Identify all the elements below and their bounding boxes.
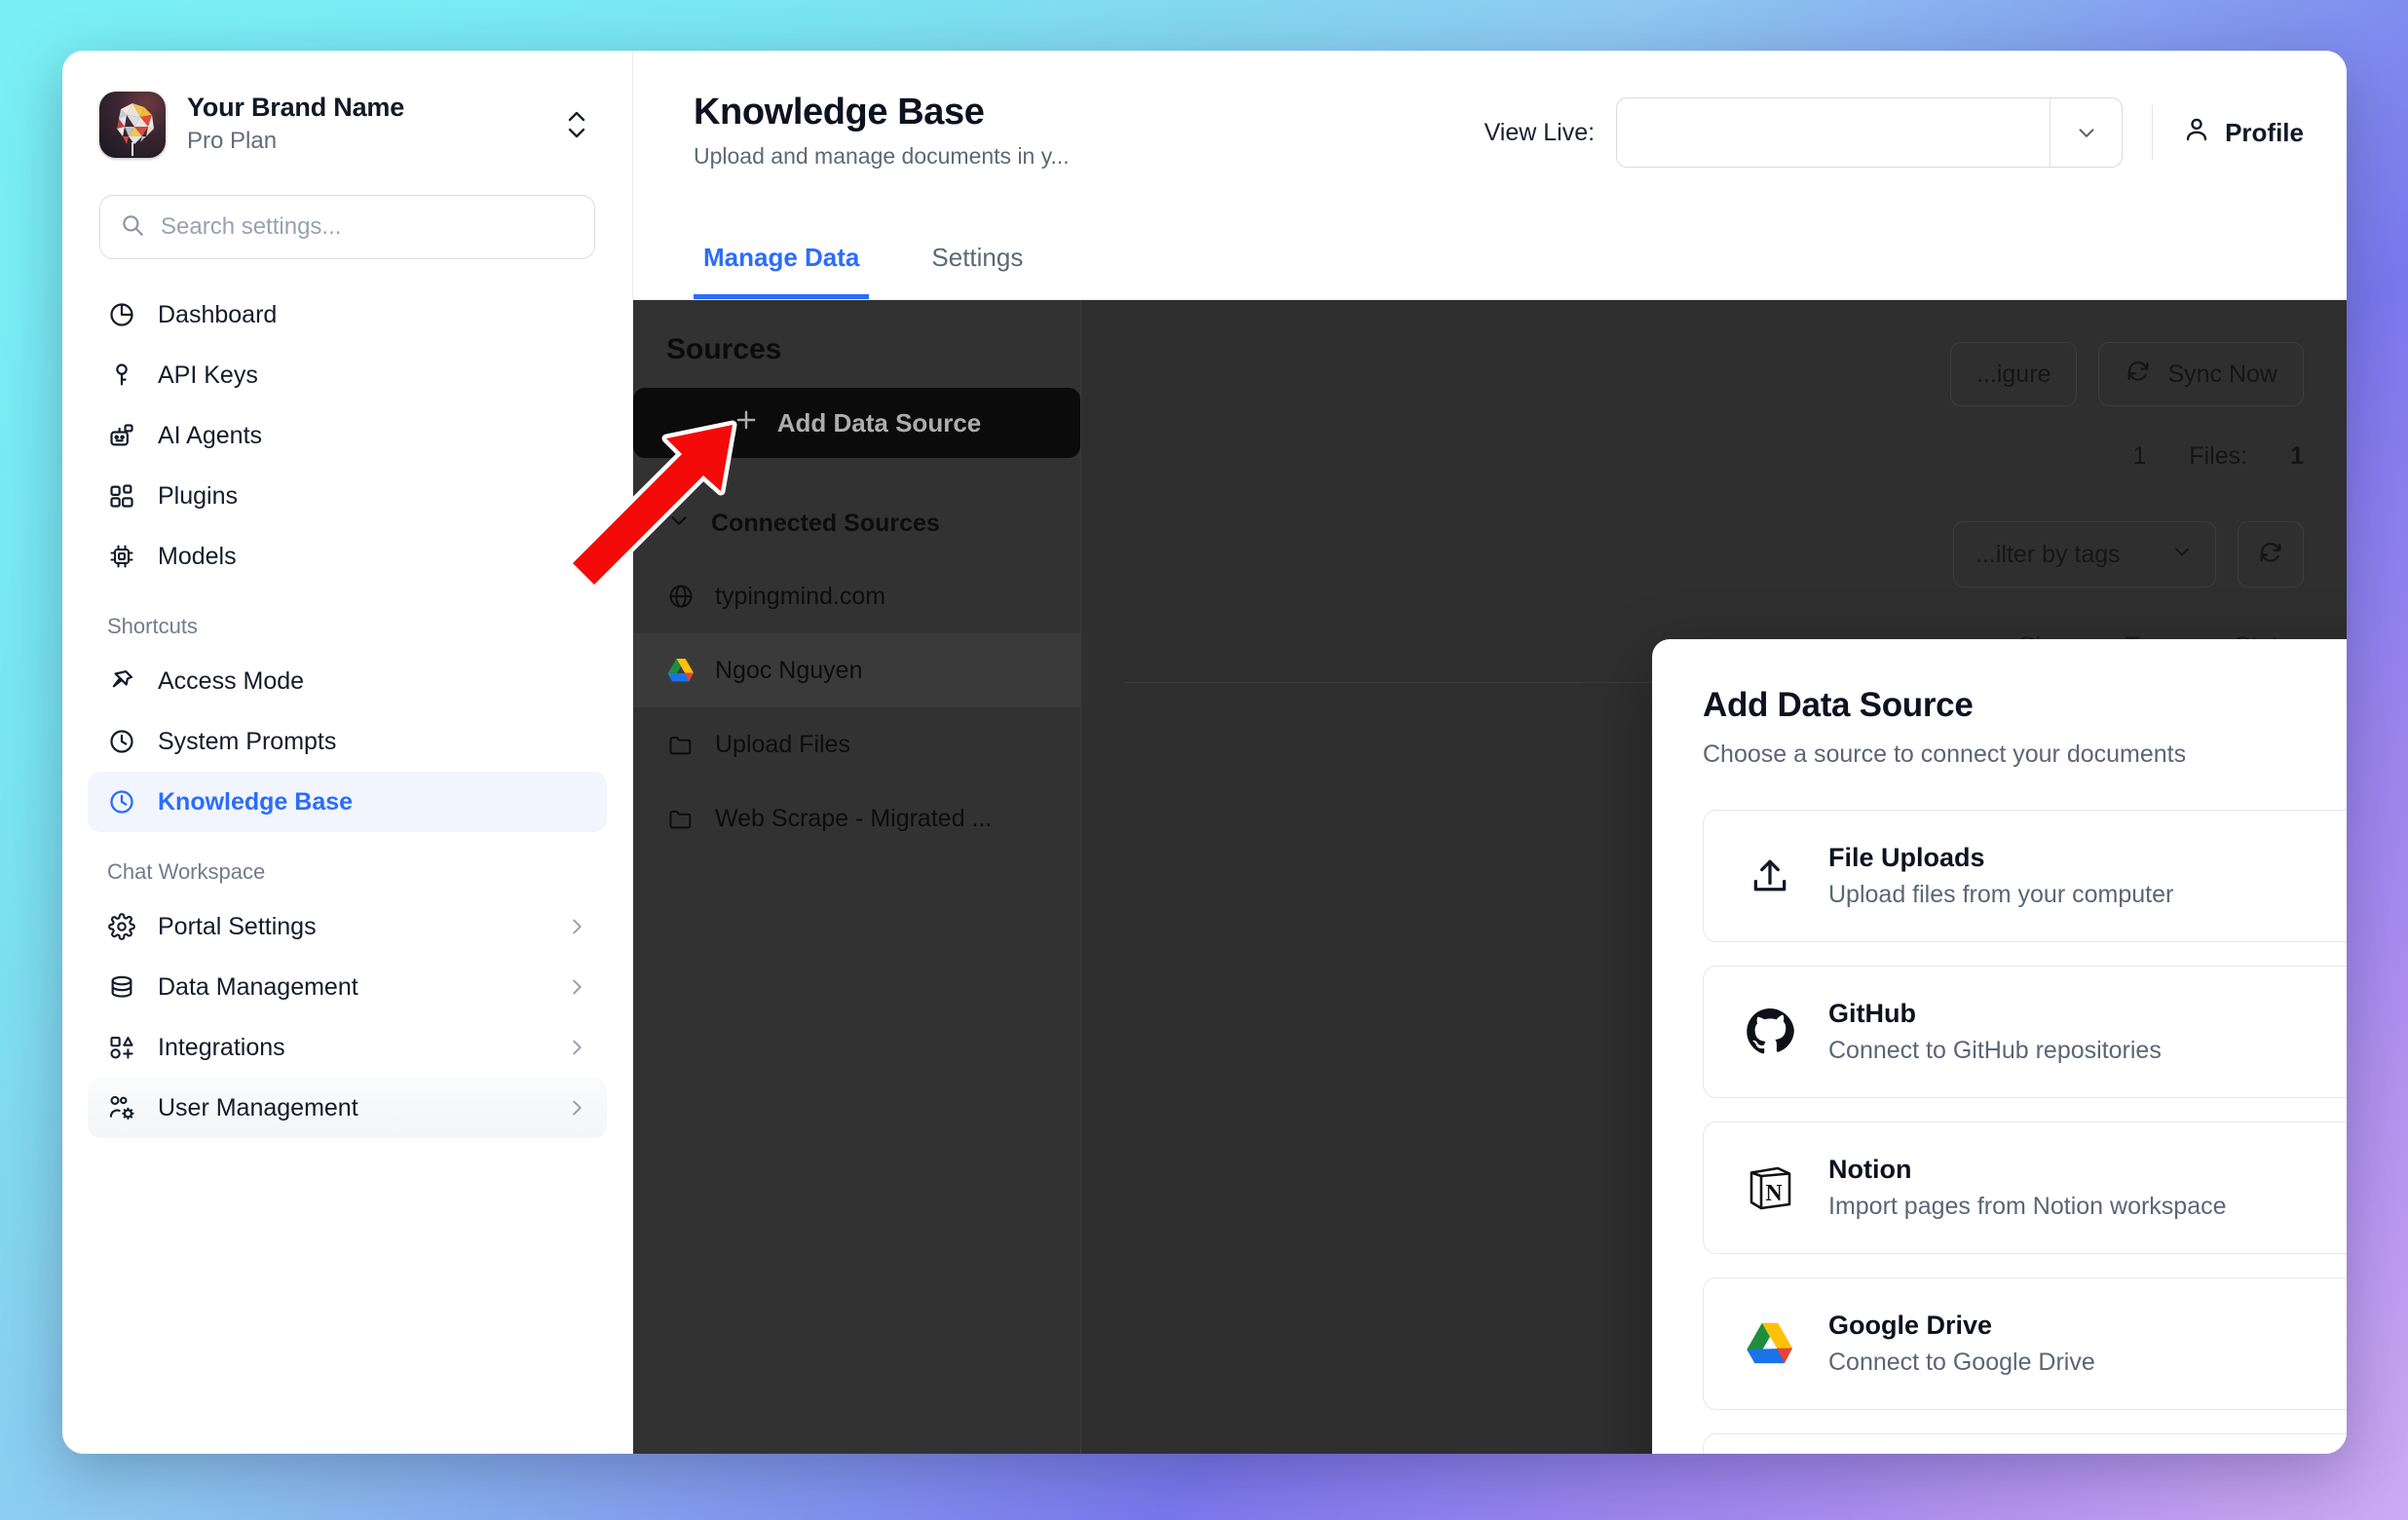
tab-bar: Manage Data Settings	[633, 199, 2347, 300]
upload-icon	[1743, 849, 1797, 903]
robot-icon	[107, 421, 136, 450]
sidebar-item-label: Portal Settings	[158, 912, 317, 940]
clock-icon	[107, 727, 136, 756]
page-title: Knowledge Base	[694, 92, 985, 133]
sidebar-nav-workspace: Portal Settings Data Management Integrat…	[62, 896, 632, 1138]
option-web-scraping[interactable]: Web Scraping Get content from web pages	[1703, 1433, 2347, 1454]
header-divider	[2152, 105, 2154, 160]
sidebar-section-chat-workspace: Chat Workspace	[107, 859, 266, 884]
option-title: File Uploads	[1828, 843, 1985, 872]
modal-overlay: Add Data Source Choose a source to conne…	[633, 300, 2347, 1454]
option-google-drive[interactable]: Google Drive Connect to Google Drive	[1703, 1277, 2347, 1410]
modal-subtitle: Choose a source to connect your document…	[1703, 741, 2187, 768]
sidebar-item-ai-agents[interactable]: AI Agents	[88, 405, 607, 466]
svg-text:N: N	[1765, 1181, 1783, 1206]
sidebar-item-portal-settings[interactable]: Portal Settings	[88, 896, 607, 957]
page-header: Knowledge Base Upload and manage documen…	[633, 51, 2347, 199]
sidebar-section-shortcuts: Shortcuts	[107, 614, 198, 638]
search-box[interactable]	[99, 195, 595, 259]
sidebar: Your Brand Name Pro Plan Search settings…	[62, 51, 633, 1454]
cpu-chip-icon	[107, 542, 136, 571]
option-title: GitHub	[1828, 999, 1916, 1028]
pin-icon	[107, 666, 136, 696]
search-input[interactable]	[161, 213, 575, 241]
gear-icon	[107, 912, 136, 941]
user-icon	[2182, 115, 2211, 151]
source-option-list: File Uploads Upload files from your comp…	[1703, 810, 2347, 1454]
google-drive-icon	[1743, 1316, 1797, 1371]
sidebar-item-label: AI Agents	[158, 421, 263, 449]
sidebar-item-plugins[interactable]: Plugins	[88, 466, 607, 526]
key-icon	[107, 361, 136, 390]
sidebar-item-label: Integrations	[158, 1033, 285, 1061]
sidebar-item-system-prompts[interactable]: System Prompts	[88, 711, 607, 772]
main-area: Knowledge Base Upload and manage documen…	[633, 51, 2347, 1454]
chevron-right-icon	[566, 1037, 587, 1058]
option-desc: Upload files from your computer	[1828, 881, 2174, 908]
sidebar-item-api-keys[interactable]: API Keys	[88, 345, 607, 405]
option-notion[interactable]: N Notion Import pages from Notion worksp…	[1703, 1121, 2347, 1254]
view-live-select[interactable]	[1616, 97, 2124, 168]
database-icon	[107, 972, 136, 1002]
sidebar-item-integrations[interactable]: Integrations	[88, 1017, 607, 1078]
chevron-right-icon	[566, 976, 587, 998]
sidebar-item-models[interactable]: Models	[88, 526, 607, 587]
option-title: Google Drive	[1828, 1311, 1993, 1340]
view-live-label: View Live:	[1484, 118, 1596, 146]
sidebar-item-user-management[interactable]: User Management	[88, 1078, 607, 1138]
sidebar-item-label: System Prompts	[158, 727, 337, 755]
sidebar-item-label: Access Mode	[158, 666, 305, 695]
notion-icon: N	[1743, 1160, 1797, 1215]
option-desc: Connect to GitHub repositories	[1828, 1037, 2162, 1064]
sidebar-item-label: Dashboard	[158, 300, 278, 328]
page-subtitle: Upload and manage documents in y...	[694, 143, 1070, 169]
option-desc: Connect to Google Drive	[1828, 1349, 2095, 1376]
github-icon	[1743, 1005, 1797, 1059]
chevron-right-icon	[566, 1097, 587, 1119]
tab-manage-data[interactable]: Manage Data	[694, 243, 870, 299]
brain-logo	[99, 92, 166, 158]
users-gear-icon	[107, 1093, 136, 1122]
plugin-blocks-icon	[107, 481, 136, 511]
sidebar-item-label: User Management	[158, 1093, 358, 1121]
sidebar-item-access-mode[interactable]: Access Mode	[88, 651, 607, 711]
app-window: Your Brand Name Pro Plan Search settings…	[62, 51, 2347, 1454]
sidebar-item-label: Plugins	[158, 481, 238, 510]
pie-chart-icon	[107, 300, 136, 329]
profile-label: Profile	[2225, 117, 2304, 147]
shapes-plus-icon	[107, 1033, 136, 1062]
brand-plan: Pro Plan	[187, 127, 278, 154]
option-file-uploads[interactable]: File Uploads Upload files from your comp…	[1703, 810, 2347, 942]
search-icon	[120, 212, 145, 243]
sidebar-nav-shortcuts: Access Mode System Prompts Knowledge Bas…	[62, 651, 632, 832]
sidebar-item-label: API Keys	[158, 361, 258, 389]
search-settings	[62, 158, 632, 259]
sidebar-item-label: Models	[158, 542, 237, 570]
option-github[interactable]: GitHub Connect to GitHub repositories	[1703, 966, 2347, 1098]
brand-name: Your Brand Name	[187, 92, 405, 122]
chevron-right-icon	[566, 916, 587, 937]
sidebar-item-data-management[interactable]: Data Management	[88, 957, 607, 1017]
brand-switcher[interactable]: Your Brand Name Pro Plan	[62, 51, 632, 158]
option-desc: Import pages from Notion workspace	[1828, 1193, 2227, 1220]
chevron-down-icon[interactable]	[2050, 98, 2122, 167]
option-title: Notion	[1828, 1155, 1912, 1184]
content-area: Sources Add Data Source Connected Source…	[633, 300, 2347, 1454]
sidebar-item-dashboard[interactable]: Dashboard	[88, 285, 607, 345]
sidebar-item-knowledge-base[interactable]: Knowledge Base	[88, 772, 607, 832]
header-controls: View Live: Profile	[1485, 92, 2304, 168]
clock-icon	[107, 787, 136, 817]
profile-button[interactable]: Profile	[2182, 115, 2304, 151]
chevron-up-down-icon[interactable]	[560, 105, 593, 144]
sidebar-item-label: Data Management	[158, 972, 358, 1001]
sidebar-nav-primary: Dashboard API Keys AI Agents Plugins Mod…	[62, 259, 632, 587]
sidebar-item-label: Knowledge Base	[158, 787, 354, 816]
view-live-value	[1617, 98, 2050, 167]
tab-settings[interactable]: Settings	[922, 243, 1033, 299]
modal-title: Add Data Source	[1703, 686, 1974, 724]
add-data-source-modal: Add Data Source Choose a source to conne…	[1652, 639, 2347, 1454]
